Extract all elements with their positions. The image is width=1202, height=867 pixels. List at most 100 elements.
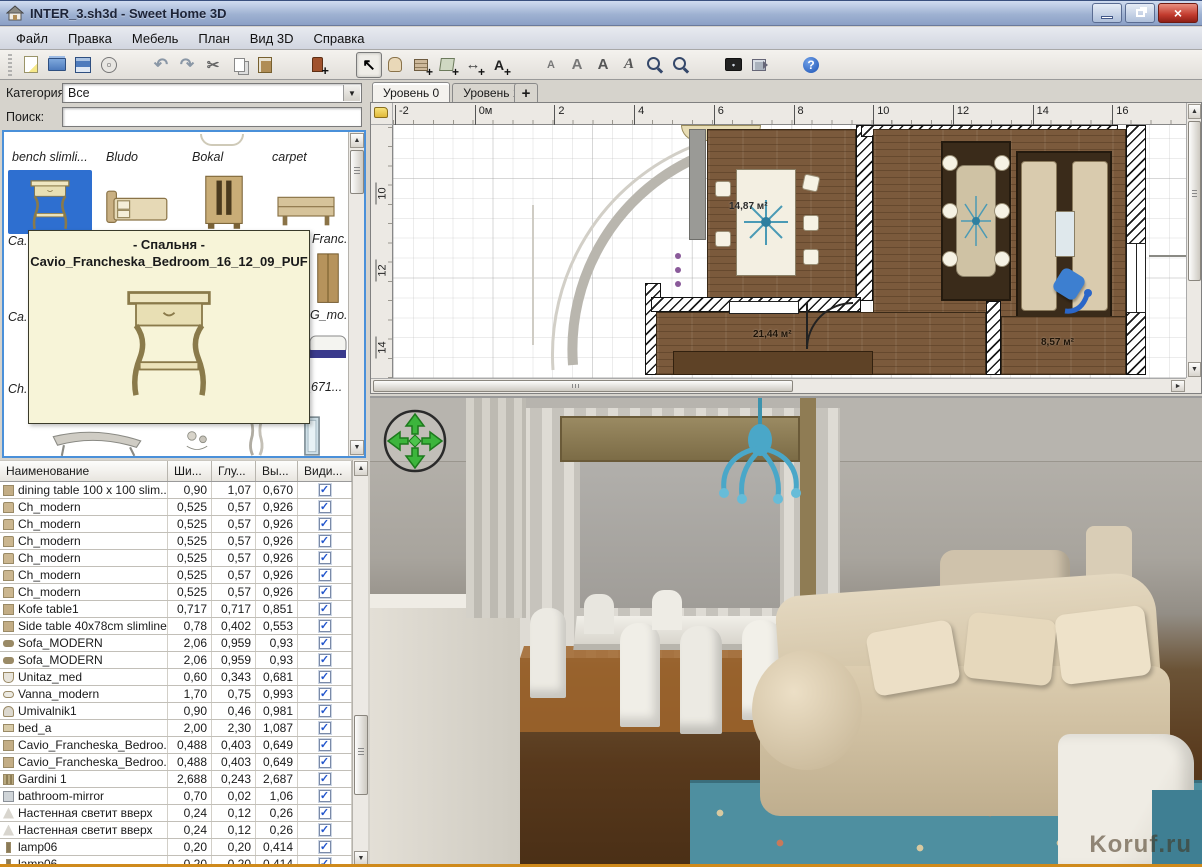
column-header-name[interactable]: Наименование xyxy=(0,461,168,481)
table-row[interactable]: Настенная светит вверх 0,24 0,12 0,26 ✓ xyxy=(0,805,352,822)
visible-checkbox[interactable]: ✓ xyxy=(319,637,331,649)
toolbar-button[interactable] xyxy=(122,52,148,78)
toolbar-button[interactable] xyxy=(148,52,174,78)
toolbar-button[interactable] xyxy=(96,52,122,78)
scroll-right-icon[interactable]: ► xyxy=(1171,380,1185,392)
visible-checkbox[interactable]: ✓ xyxy=(319,688,331,700)
table-row[interactable]: Ch_modern 0,525 0,57 0,926 ✓ xyxy=(0,567,352,584)
scroll-up-icon[interactable]: ▲ xyxy=(354,461,368,476)
toolbar-button[interactable] xyxy=(642,52,668,78)
toolbar-button[interactable] xyxy=(694,52,720,78)
catalog-item[interactable] xyxy=(32,424,162,458)
visible-checkbox[interactable]: ✓ xyxy=(319,569,331,581)
visible-checkbox[interactable]: ✓ xyxy=(319,773,331,785)
scroll-up-icon[interactable]: ▲ xyxy=(1188,104,1201,119)
scroll-down-icon[interactable]: ▼ xyxy=(354,851,368,866)
column-header-height[interactable]: Вы... xyxy=(256,461,298,481)
visible-checkbox[interactable]: ✓ xyxy=(319,501,331,513)
catalog-item[interactable] xyxy=(266,182,346,230)
visible-checkbox[interactable]: ✓ xyxy=(319,620,331,632)
menu-item[interactable]: План xyxy=(188,28,239,49)
toolbar-grip[interactable] xyxy=(8,54,12,76)
toolbar-button[interactable] xyxy=(70,52,96,78)
toolbar-button[interactable] xyxy=(798,52,824,78)
minimize-button[interactable] xyxy=(1092,3,1122,23)
toolbar-button[interactable] xyxy=(304,52,330,78)
catalog-item-label[interactable]: Bokal xyxy=(192,150,223,164)
scroll-down-icon[interactable]: ▼ xyxy=(1188,362,1201,377)
scroll-thumb[interactable] xyxy=(373,380,793,392)
catalog-item[interactable] xyxy=(172,424,222,458)
toolbar-button[interactable] xyxy=(564,52,590,78)
toolbar-button[interactable] xyxy=(434,52,460,78)
visible-checkbox[interactable]: ✓ xyxy=(319,603,331,615)
navigation-compass[interactable] xyxy=(382,408,448,474)
toolbar-button[interactable] xyxy=(590,52,616,78)
furniture-catalog[interactable]: bench slimli... Bludo Bokal carpet Ca...… xyxy=(2,130,366,458)
column-header-depth[interactable]: Глу... xyxy=(212,461,256,481)
catalog-item[interactable] xyxy=(184,172,264,232)
floor-plan-canvas[interactable]: 14,87 м² Гостиная 42,02 м² xyxy=(393,125,1186,378)
furniture-list-scrollbar[interactable]: ▲ ▼ xyxy=(352,460,368,867)
furniture-list[interactable]: Наименование Ши... Глу... Вы... Види... … xyxy=(0,460,368,867)
plan-corner[interactable] xyxy=(371,103,393,125)
table-row[interactable]: bathroom-mirror 0,70 0,02 1,06 ✓ xyxy=(0,788,352,805)
table-row[interactable]: Ch_modern 0,525 0,57 0,926 ✓ xyxy=(0,499,352,516)
table-row[interactable]: lamp06 0,20 0,20 0,414 ✓ xyxy=(0,856,352,867)
toolbar-button[interactable] xyxy=(486,52,512,78)
table-row[interactable]: Sofa_MODERN 2,06 0,959 0,93 ✓ xyxy=(0,635,352,652)
visible-checkbox[interactable]: ✓ xyxy=(319,841,331,853)
visible-checkbox[interactable]: ✓ xyxy=(319,739,331,751)
catalog-item-label[interactable]: Ch... xyxy=(8,382,30,396)
toolbar-button[interactable] xyxy=(330,52,356,78)
catalog-item-selected[interactable] xyxy=(8,170,92,234)
menu-item[interactable]: Правка xyxy=(58,28,122,49)
table-row[interactable]: Ch_modern 0,525 0,57 0,926 ✓ xyxy=(0,550,352,567)
column-header-width[interactable]: Ши... xyxy=(168,461,212,481)
visible-checkbox[interactable]: ✓ xyxy=(319,535,331,547)
visible-checkbox[interactable]: ✓ xyxy=(319,705,331,717)
toolbar-button[interactable] xyxy=(200,52,226,78)
visible-checkbox[interactable]: ✓ xyxy=(319,824,331,836)
toolbar-button[interactable] xyxy=(720,52,746,78)
catalog-scrollbar[interactable]: ▲ ▼ xyxy=(348,132,364,456)
table-row[interactable]: Ch_modern 0,525 0,57 0,926 ✓ xyxy=(0,516,352,533)
catalog-item-label[interactable]: Ca... xyxy=(8,310,28,324)
table-row[interactable]: Vanna_modern 1,70 0,75 0,993 ✓ xyxy=(0,686,352,703)
add-level-button[interactable]: + xyxy=(514,83,538,102)
visible-checkbox[interactable]: ✓ xyxy=(319,586,331,598)
visible-checkbox[interactable]: ✓ xyxy=(319,518,331,530)
search-input[interactable] xyxy=(62,107,362,127)
view3d-canvas[interactable]: Koruf.ru xyxy=(370,396,1202,867)
table-row[interactable]: Gardini 1 2,688 0,243 2,687 ✓ xyxy=(0,771,352,788)
visible-checkbox[interactable]: ✓ xyxy=(319,552,331,564)
plan-vertical-scrollbar[interactable]: ▲ ▼ xyxy=(1186,103,1201,378)
toolbar-button[interactable] xyxy=(668,52,694,78)
menu-item[interactable]: Вид 3D xyxy=(240,28,304,49)
catalog-item[interactable] xyxy=(96,176,180,232)
visible-checkbox[interactable]: ✓ xyxy=(319,790,331,802)
category-select[interactable]: Все ▼ xyxy=(62,83,362,103)
toolbar-button[interactable] xyxy=(252,52,278,78)
catalog-item[interactable] xyxy=(308,328,348,362)
toolbar-button[interactable] xyxy=(746,52,772,78)
catalog-item[interactable] xyxy=(310,250,346,308)
table-row[interactable]: Cavio_Francheska_Bedroo... 0,488 0,403 0… xyxy=(0,754,352,771)
toolbar-button[interactable] xyxy=(44,52,70,78)
menu-item[interactable]: Мебель xyxy=(122,28,189,49)
restore-button[interactable] xyxy=(1125,3,1155,23)
visible-checkbox[interactable]: ✓ xyxy=(319,654,331,666)
toolbar-button[interactable] xyxy=(226,52,252,78)
table-row[interactable]: Ch_modern 0,525 0,57 0,926 ✓ xyxy=(0,584,352,601)
title-bar[interactable]: INTER_3.sh3d - Sweet Home 3D × xyxy=(0,0,1202,26)
plan-horizontal-scrollbar[interactable]: ► xyxy=(371,378,1186,393)
catalog-item-label[interactable]: carpet xyxy=(272,150,307,164)
toolbar-button[interactable] xyxy=(538,52,564,78)
visible-checkbox[interactable]: ✓ xyxy=(319,484,331,496)
catalog-item-label[interactable]: Bludo xyxy=(106,150,138,164)
toolbar-button[interactable] xyxy=(18,52,44,78)
toolbar-button[interactable] xyxy=(356,52,382,78)
table-row[interactable]: Side table 40x78cm slimline 0,78 0,402 0… xyxy=(0,618,352,635)
scroll-thumb[interactable] xyxy=(354,715,368,795)
table-row[interactable]: Cavio_Francheska_Bedroo... 0,488 0,403 0… xyxy=(0,737,352,754)
